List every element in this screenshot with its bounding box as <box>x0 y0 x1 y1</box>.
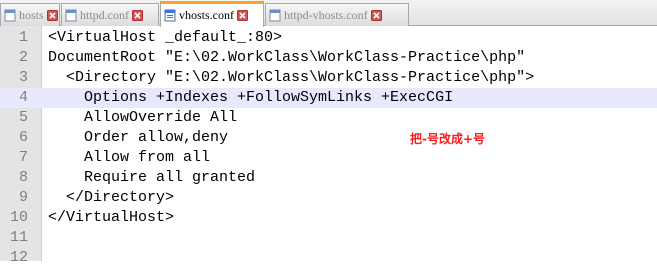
line-number: 1 <box>18 29 28 46</box>
line-number: 8 <box>18 169 28 186</box>
code-text: Order allow,deny <box>48 129 229 146</box>
code-line[interactable]: 6 Order allow,deny <box>0 128 657 148</box>
line-number: 3 <box>18 69 28 86</box>
code-text: AllowOverride All <box>48 109 238 126</box>
line-number: 4 <box>18 89 28 106</box>
file-icon <box>164 9 176 22</box>
code-text: DocumentRoot "E:\02.WorkClass\WorkClass-… <box>48 49 526 66</box>
tab-label: httpd.conf <box>80 7 129 22</box>
code-text: Options +Indexes +FollowSymLinks +ExecCG… <box>48 89 454 106</box>
code-line[interactable]: 1 <VirtualHost _default_:80> <box>0 28 657 48</box>
line-number: 11 <box>9 229 28 246</box>
tab-hosts[interactable]: hosts <box>0 3 60 26</box>
code-text: <VirtualHost _default_:80> <box>48 29 283 46</box>
close-icon[interactable] <box>132 9 143 21</box>
code-line[interactable]: 10 </VirtualHost> <box>0 208 657 228</box>
code-line[interactable]: 8 Require all granted <box>0 168 657 188</box>
line-number: 2 <box>18 49 28 66</box>
file-icon <box>4 9 16 21</box>
code-text: </Directory> <box>48 189 175 206</box>
annotation-note: 把-号改成+号 <box>410 132 486 146</box>
code-line[interactable]: 7 Allow from all <box>0 148 657 168</box>
close-icon[interactable] <box>237 10 248 21</box>
tab-httpd-conf[interactable]: httpd.conf <box>61 3 159 26</box>
line-number: 5 <box>18 109 28 126</box>
close-icon[interactable] <box>370 9 382 21</box>
line-number: 10 <box>9 209 28 226</box>
line-number: 9 <box>18 189 28 206</box>
code-line[interactable]: 11 <box>0 228 657 248</box>
file-icon <box>65 9 77 21</box>
code-line[interactable]: 3 <Directory "E:\02.WorkClass\WorkClass-… <box>0 68 657 88</box>
code-editor[interactable]: 1 <VirtualHost _default_:80> 2 DocumentR… <box>0 26 657 266</box>
tab-label: httpd-vhosts.conf <box>284 7 368 22</box>
code-line[interactable]: 12 <box>0 248 657 268</box>
code-text: </VirtualHost> <box>48 209 175 226</box>
tab-httpd-vhosts-conf[interactable]: httpd-vhosts.conf <box>265 3 409 26</box>
code-line[interactable]: 2 DocumentRoot "E:\02.WorkClass\WorkClas… <box>0 48 657 68</box>
close-icon[interactable] <box>46 9 58 21</box>
code-line[interactable]: 9 </Directory> <box>0 188 657 208</box>
line-number: 12 <box>9 249 28 266</box>
line-number: 7 <box>18 149 28 166</box>
current-code-line[interactable]: 4 Options +Indexes +FollowSymLinks +Exec… <box>0 88 657 108</box>
code-line[interactable]: 5 AllowOverride All <box>0 108 657 128</box>
code-text: Allow from all <box>48 149 211 166</box>
tab-vhosts-conf[interactable]: vhosts.conf <box>160 1 264 27</box>
tab-bar: hosts httpd.conf vhosts.conf httpd-vhost… <box>0 0 657 27</box>
file-icon <box>269 9 281 21</box>
code-text: Require all granted <box>48 169 256 186</box>
code-text: <Directory "E:\02.WorkClass\WorkClass-Pr… <box>48 69 535 86</box>
tab-label: vhosts.conf <box>179 8 234 22</box>
tab-label: hosts <box>19 7 44 22</box>
line-number: 6 <box>18 129 28 146</box>
